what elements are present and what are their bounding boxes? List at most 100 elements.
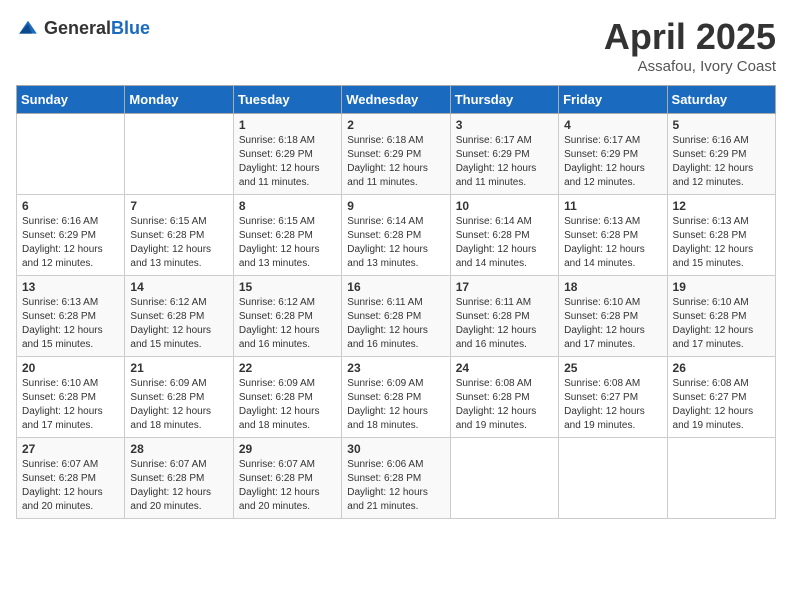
logo-icon xyxy=(16,16,40,40)
calendar-cell: 8 Sunrise: 6:15 AM Sunset: 6:28 PM Daylig… xyxy=(233,195,341,276)
calendar-cell: 12 Sunrise: 6:13 AM Sunset: 6:28 PM Dayli… xyxy=(667,195,775,276)
day-info: Sunrise: 6:16 AM Sunset: 6:29 PM Dayligh… xyxy=(673,134,770,190)
day-number: 3 xyxy=(456,118,553,132)
calendar-cell: 1 Sunrise: 6:18 AM Sunset: 6:29 PM Daylig… xyxy=(233,114,341,195)
calendar-week-row: 6 Sunrise: 6:16 AM Sunset: 6:29 PM Daylig… xyxy=(17,195,776,276)
calendar-cell: 9 Sunrise: 6:14 AM Sunset: 6:28 PM Daylig… xyxy=(342,195,450,276)
day-info: Sunrise: 6:15 AM Sunset: 6:28 PM Dayligh… xyxy=(239,215,336,271)
calendar-header: SundayMondayTuesdayWednesdayThursdayFrid… xyxy=(17,86,776,114)
header: GeneralBlue April 2025 Assafou, Ivory Co… xyxy=(16,16,776,75)
weekday-header: Wednesday xyxy=(342,86,450,114)
day-info: Sunrise: 6:10 AM Sunset: 6:28 PM Dayligh… xyxy=(673,296,770,352)
day-number: 14 xyxy=(130,280,227,294)
calendar-week-row: 27 Sunrise: 6:07 AM Sunset: 6:28 PM Dayli… xyxy=(17,438,776,519)
calendar-cell xyxy=(559,438,667,519)
calendar-cell: 23Sunrise: 6:09 AM Sunset: 6:28 PM Dayli… xyxy=(342,357,450,438)
calendar-cell: 26Sunrise: 6:08 AM Sunset: 6:27 PM Dayli… xyxy=(667,357,775,438)
calendar-cell: 21Sunrise: 6:09 AM Sunset: 6:28 PM Dayli… xyxy=(125,357,233,438)
calendar-table: SundayMondayTuesdayWednesdayThursdayFrid… xyxy=(16,85,776,519)
calendar-title: April 2025 xyxy=(604,16,776,58)
day-number: 21 xyxy=(130,361,227,375)
day-number: 7 xyxy=(130,199,227,213)
calendar-cell xyxy=(450,438,558,519)
calendar-cell: 25Sunrise: 6:08 AM Sunset: 6:27 PM Dayli… xyxy=(559,357,667,438)
weekday-header: Monday xyxy=(125,86,233,114)
day-info: Sunrise: 6:15 AM Sunset: 6:28 PM Dayligh… xyxy=(130,215,227,271)
calendar-cell xyxy=(667,438,775,519)
day-number: 1 xyxy=(239,118,336,132)
day-number: 30 xyxy=(347,442,444,456)
day-info: Sunrise: 6:11 AM Sunset: 6:28 PM Dayligh… xyxy=(456,296,553,352)
day-info: Sunrise: 6:14 AM Sunset: 6:28 PM Dayligh… xyxy=(456,215,553,271)
calendar-cell: 5 Sunrise: 6:16 AM Sunset: 6:29 PM Daylig… xyxy=(667,114,775,195)
day-info: Sunrise: 6:09 AM Sunset: 6:28 PM Dayligh… xyxy=(239,377,336,433)
day-info: Sunrise: 6:11 AM Sunset: 6:28 PM Dayligh… xyxy=(347,296,444,352)
day-number: 29 xyxy=(239,442,336,456)
day-number: 4 xyxy=(564,118,661,132)
day-info: Sunrise: 6:17 AM Sunset: 6:29 PM Dayligh… xyxy=(456,134,553,190)
day-number: 18 xyxy=(564,280,661,294)
calendar-subtitle: Assafou, Ivory Coast xyxy=(604,58,776,75)
day-info: Sunrise: 6:13 AM Sunset: 6:28 PM Dayligh… xyxy=(564,215,661,271)
day-number: 11 xyxy=(564,199,661,213)
day-number: 2 xyxy=(347,118,444,132)
day-number: 12 xyxy=(673,199,770,213)
day-info: Sunrise: 6:07 AM Sunset: 6:28 PM Dayligh… xyxy=(22,458,119,514)
calendar-cell: 15 Sunrise: 6:12 AM Sunset: 6:28 PM Dayli… xyxy=(233,276,341,357)
day-info: Sunrise: 6:18 AM Sunset: 6:29 PM Dayligh… xyxy=(347,134,444,190)
day-info: Sunrise: 6:07 AM Sunset: 6:28 PM Dayligh… xyxy=(130,458,227,514)
weekday-header-row: SundayMondayTuesdayWednesdayThursdayFrid… xyxy=(17,86,776,114)
day-number: 22 xyxy=(239,361,336,375)
day-number: 8 xyxy=(239,199,336,213)
day-info: Sunrise: 6:18 AM Sunset: 6:29 PM Dayligh… xyxy=(239,134,336,190)
calendar-cell: 16 Sunrise: 6:11 AM Sunset: 6:28 PM Dayli… xyxy=(342,276,450,357)
calendar-cell: 4Sunrise: 6:17 AM Sunset: 6:29 PM Daylig… xyxy=(559,114,667,195)
day-info: Sunrise: 6:14 AM Sunset: 6:28 PM Dayligh… xyxy=(347,215,444,271)
weekday-header: Thursday xyxy=(450,86,558,114)
day-number: 15 xyxy=(239,280,336,294)
calendar-cell: 11 Sunrise: 6:13 AM Sunset: 6:28 PM Dayli… xyxy=(559,195,667,276)
calendar-cell xyxy=(17,114,125,195)
weekday-header: Sunday xyxy=(17,86,125,114)
day-info: Sunrise: 6:16 AM Sunset: 6:29 PM Dayligh… xyxy=(22,215,119,271)
day-number: 17 xyxy=(456,280,553,294)
title-area: April 2025 Assafou, Ivory Coast xyxy=(604,16,776,75)
weekday-header: Tuesday xyxy=(233,86,341,114)
calendar-cell: 19Sunrise: 6:10 AM Sunset: 6:28 PM Dayli… xyxy=(667,276,775,357)
day-number: 16 xyxy=(347,280,444,294)
calendar-cell: 14 Sunrise: 6:12 AM Sunset: 6:28 PM Dayli… xyxy=(125,276,233,357)
calendar-cell: 24 Sunrise: 6:08 AM Sunset: 6:28 PM Dayli… xyxy=(450,357,558,438)
day-number: 25 xyxy=(564,361,661,375)
day-info: Sunrise: 6:12 AM Sunset: 6:28 PM Dayligh… xyxy=(130,296,227,352)
calendar-cell: 29 Sunrise: 6:07 AM Sunset: 6:28 PM Dayli… xyxy=(233,438,341,519)
day-number: 6 xyxy=(22,199,119,213)
calendar-cell: 18 Sunrise: 6:10 AM Sunset: 6:28 PM Dayli… xyxy=(559,276,667,357)
day-number: 20 xyxy=(22,361,119,375)
day-info: Sunrise: 6:12 AM Sunset: 6:28 PM Dayligh… xyxy=(239,296,336,352)
day-info: Sunrise: 6:08 AM Sunset: 6:28 PM Dayligh… xyxy=(456,377,553,433)
day-number: 23 xyxy=(347,361,444,375)
calendar-cell: 30Sunrise: 6:06 AM Sunset: 6:28 PM Dayli… xyxy=(342,438,450,519)
logo: GeneralBlue xyxy=(16,16,150,40)
day-number: 28 xyxy=(130,442,227,456)
calendar-cell: 17 Sunrise: 6:11 AM Sunset: 6:28 PM Dayli… xyxy=(450,276,558,357)
day-number: 5 xyxy=(673,118,770,132)
calendar-cell: 2 Sunrise: 6:18 AM Sunset: 6:29 PM Daylig… xyxy=(342,114,450,195)
logo-general-text: General xyxy=(44,18,111,38)
day-info: Sunrise: 6:10 AM Sunset: 6:28 PM Dayligh… xyxy=(564,296,661,352)
weekday-header: Saturday xyxy=(667,86,775,114)
calendar-cell: 7 Sunrise: 6:15 AM Sunset: 6:28 PM Daylig… xyxy=(125,195,233,276)
day-info: Sunrise: 6:13 AM Sunset: 6:28 PM Dayligh… xyxy=(22,296,119,352)
day-number: 9 xyxy=(347,199,444,213)
day-info: Sunrise: 6:10 AM Sunset: 6:28 PM Dayligh… xyxy=(22,377,119,433)
calendar-cell: 20 Sunrise: 6:10 AM Sunset: 6:28 PM Dayli… xyxy=(17,357,125,438)
day-number: 10 xyxy=(456,199,553,213)
day-info: Sunrise: 6:07 AM Sunset: 6:28 PM Dayligh… xyxy=(239,458,336,514)
day-number: 24 xyxy=(456,361,553,375)
calendar-body: 1 Sunrise: 6:18 AM Sunset: 6:29 PM Daylig… xyxy=(17,114,776,519)
day-info: Sunrise: 6:13 AM Sunset: 6:28 PM Dayligh… xyxy=(673,215,770,271)
day-number: 27 xyxy=(22,442,119,456)
calendar-week-row: 13 Sunrise: 6:13 AM Sunset: 6:28 PM Dayli… xyxy=(17,276,776,357)
day-number: 13 xyxy=(22,280,119,294)
day-number: 26 xyxy=(673,361,770,375)
